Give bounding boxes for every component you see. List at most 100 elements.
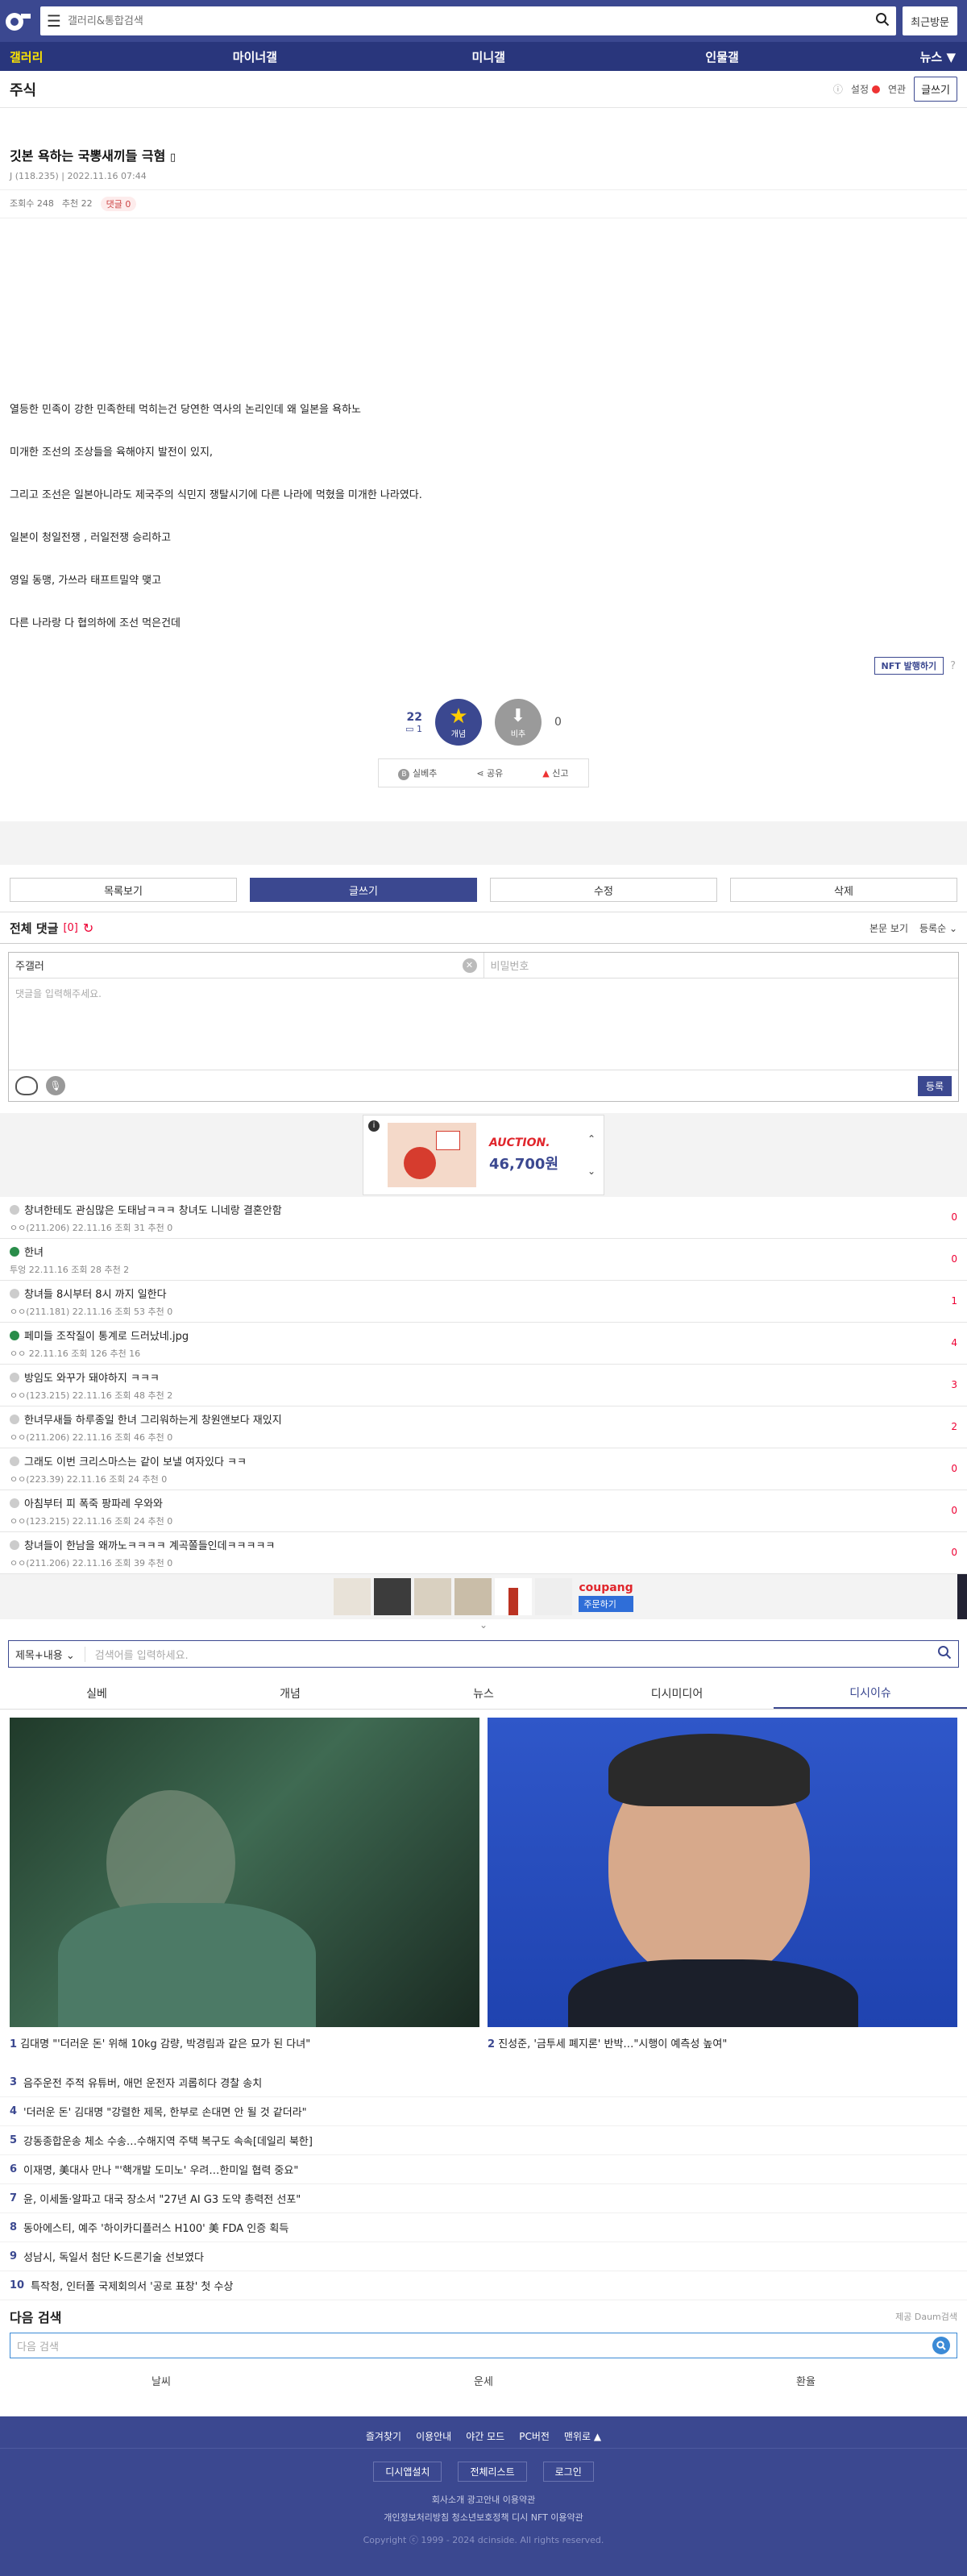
nav-gallery[interactable]: 갤러리 <box>0 48 138 65</box>
login-button[interactable]: 로그인 <box>542 2462 594 2482</box>
caption-2[interactable]: 2 진성준, '금투세 폐지론' 반박…"시행이 예측성 높여" <box>488 2035 957 2050</box>
gallery-search-input[interactable]: 검색어를 입력하세요. <box>95 1647 937 1662</box>
app-install-button[interactable]: 디시앱설치 <box>373 2462 442 2482</box>
info-icon[interactable]: i <box>368 1120 380 1132</box>
footer-top[interactable]: 맨위로 ▲ <box>564 2429 601 2443</box>
news-rank: 8 <box>10 2221 18 2233</box>
menu-icon[interactable]: ☰ <box>47 11 61 31</box>
view-body-link[interactable]: 본문 보기 <box>869 921 908 935</box>
ad-side-tag[interactable] <box>957 1574 967 1619</box>
footer-bookmark[interactable]: 즐겨찾기 <box>366 2429 401 2443</box>
news-title: 동아에스티, 예주 '하이카디플러스 H100' 美 FDA 인증 획득 <box>23 2223 289 2235</box>
list-item[interactable]: 방임도 와꾸가 돼야하지 ㅋㅋㅋ ㅇㅇ(123.215) 22.11.16 조회 … <box>0 1365 967 1406</box>
daum-link-exchange[interactable]: 환율 <box>645 2373 967 2388</box>
list-item[interactable]: 한녀무새들 하루종일 한녀 그리워하는게 창원앤보다 재있지 ㅇㅇ(211.206… <box>0 1406 967 1448</box>
featured-image-politician[interactable] <box>488 1718 957 2027</box>
silbe-button[interactable]: B 실베추 <box>398 767 437 780</box>
write-button[interactable]: 글쓰기 <box>250 878 477 902</box>
search-scope-select[interactable]: 제목+내용 ⌄ <box>15 1646 85 1662</box>
auction-ad[interactable]: i AUCTION. 46,700원 ⌃ ⌄ <box>363 1115 604 1195</box>
list-item[interactable]: 한녀 투엉 22.11.16 조회 28 추천 2 0 <box>0 1239 967 1281</box>
chevron-down-icon[interactable]: ⌄ <box>587 1165 596 1177</box>
report-button[interactable]: ▲ 신고 <box>542 767 568 779</box>
full-list-button[interactable]: 전체리스트 <box>458 2462 527 2482</box>
tab-concept[interactable]: 개념 <box>193 1677 387 1709</box>
list-item-title-text: 창녀들 8시부터 8시 까지 일한다 <box>24 1289 167 1301</box>
dccon-icon[interactable] <box>15 1076 38 1095</box>
search-input[interactable] <box>60 15 876 27</box>
nav-minor-gallery[interactable]: 마이너갤 <box>138 48 371 65</box>
post-icon <box>10 1456 19 1466</box>
info-icon[interactable]: ⓘ <box>833 82 843 96</box>
daum-link-weather[interactable]: 날씨 <box>0 2373 322 2388</box>
tab-news[interactable]: 뉴스 <box>387 1677 580 1709</box>
news-item[interactable]: 7 윤, 이세돌·알파고 대국 장소서 "27년 AI G3 도약 총력전 선포" <box>0 2184 967 2213</box>
news-item[interactable]: 5 강동종합운송 체소 수송…수해지역 주택 복구도 속속[데일리 북한] <box>0 2126 967 2155</box>
password-field[interactable]: 비밀번호 <box>484 953 959 978</box>
featured-images <box>0 1710 967 2035</box>
settings-link[interactable]: 설정 <box>851 82 881 96</box>
refresh-icon[interactable]: ↻ <box>83 920 93 936</box>
comment-textarea[interactable]: 댓글을 입력해주세요. <box>9 978 958 1070</box>
post-icon <box>10 1498 19 1508</box>
search-icon[interactable] <box>875 12 890 30</box>
nav-news[interactable]: 뉴스 ▼ <box>839 48 967 65</box>
comments-header: 전체 댓글 [0] ↻ 본문 보기 등록순 ⌄ <box>0 912 967 944</box>
expand-icon[interactable]: ⌄ <box>0 1619 967 1634</box>
news-item[interactable]: 10 특작청, 인터폴 국제회의서 '공로 표창' 첫 수상 <box>0 2271 967 2300</box>
name-field[interactable]: 주갤러 ✕ <box>9 953 484 978</box>
coupang-order-button[interactable]: 주문하기 <box>579 1596 633 1612</box>
post-buttons: 목록보기 글쓰기 수정 삭제 <box>0 878 967 902</box>
list-item[interactable]: 창녀들이 한남을 왜까노ㅋㅋㅋㅋ 계곡쫄들인데ㅋㅋㅋㅋㅋ ㅇㅇ(211.206) … <box>0 1532 967 1574</box>
downvote-button[interactable]: ⬇ 비추 <box>494 699 542 746</box>
list-item[interactable]: 창녀한테도 관심많은 도태남ㅋㅋㅋ 창녀도 니네랑 결혼안함 ㅇㅇ(211.206… <box>0 1197 967 1239</box>
coupang-ad[interactable]: coupang 주문하기 <box>334 1578 633 1615</box>
tab-dcissue[interactable]: 디시이슈 <box>774 1677 967 1709</box>
list-item[interactable]: 그래도 이번 크리스마스는 같이 보낼 여자있다 ㅋㅋ ㅇㅇ(223.39) 22… <box>0 1448 967 1490</box>
edit-button[interactable]: 수정 <box>490 878 717 902</box>
list-item-title-text: 한녀 <box>24 1247 44 1259</box>
tab-silbe[interactable]: 실베 <box>0 1677 193 1709</box>
news-item[interactable]: 6 이재명, 美대사 만나 "'핵개발 도미노' 우려…한미일 협력 중요" <box>0 2155 967 2184</box>
sort-select[interactable]: 등록순 ⌄ <box>919 921 957 935</box>
dc-logo[interactable] <box>3 6 34 36</box>
tab-dcmedia[interactable]: 디시미디어 <box>580 1677 774 1709</box>
list-button[interactable]: 목록보기 <box>10 878 237 902</box>
mic-icon[interactable]: 🎙 <box>46 1076 65 1095</box>
news-item[interactable]: 4 '더러운 돈' 김대명 "강렬한 제목, 한부로 손대면 안 될 것 같더라" <box>0 2097 967 2126</box>
delete-button[interactable]: 삭제 <box>730 878 957 902</box>
write-button-top[interactable]: 글쓰기 <box>914 77 957 102</box>
footer-night-mode[interactable]: 야간 모드 <box>466 2429 504 2443</box>
help-icon[interactable]: ? <box>950 660 956 672</box>
upvote-button[interactable]: ★ 개념 <box>434 699 482 746</box>
nft-button[interactable]: NFT 발행하기 <box>874 657 944 675</box>
chevron-up-icon[interactable]: ⌃ <box>587 1133 596 1145</box>
footer-guide[interactable]: 이용안내 <box>416 2429 451 2443</box>
caption-1[interactable]: 1 김대명 "'더러운 돈' 위해 10kg 감량, 박경림과 같은 묘가 된 … <box>10 2035 479 2050</box>
share-button[interactable]: ⋖ 공유 <box>476 767 503 779</box>
clear-icon[interactable]: ✕ <box>462 958 477 973</box>
search-icon[interactable] <box>932 2337 950 2354</box>
news-item[interactable]: 3 음주운전 주적 유튜버, 애먼 운전자 괴롭히다 경찰 송치 <box>0 2068 967 2097</box>
search-icon[interactable] <box>937 1645 952 1663</box>
news-item[interactable]: 9 성남시, 독일서 첨단 K-드론기술 선보였다 <box>0 2242 967 2271</box>
featured-image-actor[interactable] <box>10 1718 479 2027</box>
post-author[interactable]: J (118.235) <box>10 171 59 181</box>
list-item[interactable]: 창녀들 8시부터 8시 까지 일한다 ㅇㅇ(211.181) 22.11.16 조… <box>0 1281 967 1323</box>
daum-link-fortune[interactable]: 운세 <box>322 2373 645 2388</box>
list-item[interactable]: 페미들 조작질이 통계로 드러났네.jpg ㅇㅇ 22.11.16 조회 126 … <box>0 1323 967 1365</box>
footer-policy-links[interactable]: 개인정보처리방침 청소년보호정책 디시 NFT 이용약관 <box>0 2511 967 2524</box>
nav-person-gallery[interactable]: 인물갤 <box>605 48 839 65</box>
submit-comment-button[interactable]: 등록 <box>917 1075 952 1096</box>
comment-count-pill[interactable]: 댓글 0 <box>100 197 137 211</box>
footer-corp-links[interactable]: 회사소개 광고안내 이용약관 <box>0 2493 967 2506</box>
news-item[interactable]: 8 동아에스티, 예주 '하이카디플러스 H100' 美 FDA 인증 획득 <box>0 2213 967 2242</box>
post-icon <box>10 1288 19 1298</box>
footer-pc-version[interactable]: PC버전 <box>519 2429 550 2443</box>
recent-visit-button[interactable]: 최근방문 <box>903 6 957 35</box>
list-item[interactable]: 아침부터 피 폭죽 팡파레 우와와 ㅇㅇ(123.215) 22.11.16 조회… <box>0 1490 967 1532</box>
post-paragraph: 열등한 민족이 강한 민족한테 먹히는건 당연한 역사의 논리인데 왜 일본을 … <box>10 404 362 416</box>
daum-search-input[interactable]: 다음 검색 <box>10 2333 957 2358</box>
related-link[interactable]: 연관 <box>888 82 906 96</box>
nav-mini-gallery[interactable]: 미니갤 <box>371 48 605 65</box>
